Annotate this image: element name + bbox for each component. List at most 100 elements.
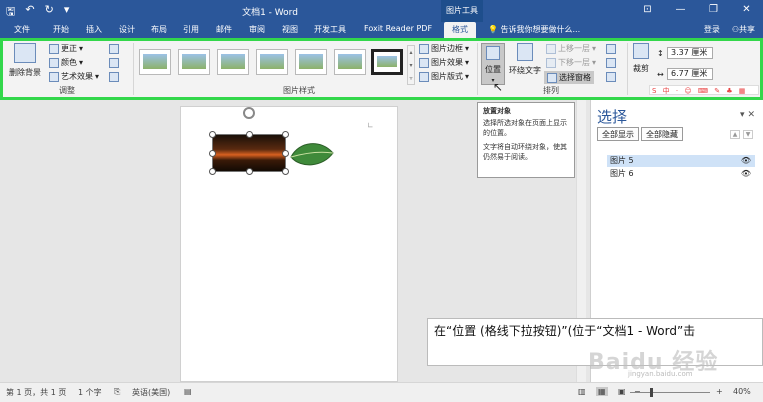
pane-options-icon[interactable]: ▾: [740, 110, 745, 120]
page-count[interactable]: 第 1 页，共 1 页: [6, 387, 66, 398]
reorder-arrows: ▲ ▼: [730, 130, 753, 139]
visibility-eye-icon[interactable]: 👁: [741, 155, 751, 167]
ime-toolbar[interactable]: S 中 · ☺ ⌨ ✎ ♣ ▦: [649, 85, 759, 95]
resize-handle[interactable]: [282, 131, 289, 138]
visibility-eye-icon[interactable]: 👁: [741, 168, 751, 180]
wrap-text-icon: [517, 43, 533, 61]
picture-style-3[interactable]: [217, 49, 249, 75]
tab-layout[interactable]: 布局: [151, 24, 167, 35]
selection-pane-button[interactable]: 选择窗格: [544, 71, 594, 84]
bring-forward-button[interactable]: 上移一层 ▾: [546, 43, 596, 54]
picture-style-7[interactable]: [371, 49, 403, 75]
tab-insert[interactable]: 插入: [86, 24, 102, 35]
document-page[interactable]: ∟: [180, 106, 398, 382]
picture-effects-button[interactable]: 图片效果 ▾: [419, 57, 469, 68]
wrap-text-button[interactable]: 环绕文字: [508, 43, 542, 76]
tab-foxit[interactable]: Foxit Reader PDF: [364, 24, 432, 33]
resize-handle[interactable]: [209, 150, 216, 157]
proofing-icon[interactable]: ⎘: [114, 387, 120, 397]
remove-background-button[interactable]: 删除背景: [7, 43, 43, 78]
picture-style-4[interactable]: [256, 49, 288, 75]
adjust-group-label: 调整: [59, 86, 75, 95]
tab-mailings[interactable]: 邮件: [216, 24, 232, 35]
print-layout-icon[interactable]: ▦: [596, 387, 608, 396]
pane-controls: ▾ ✕: [740, 110, 755, 120]
read-mode-icon[interactable]: ▥: [578, 387, 586, 396]
tooltip-note: 文字将自动环绕对象，使其仍然易于阅读。: [483, 143, 567, 161]
resize-handle[interactable]: [209, 168, 216, 175]
height-input[interactable]: 3.37 厘米: [667, 47, 713, 59]
tab-file[interactable]: 文件: [14, 24, 30, 35]
web-layout-icon[interactable]: ▣: [618, 387, 626, 396]
restore-icon[interactable]: ❐: [697, 0, 730, 20]
login-link[interactable]: 登录: [704, 24, 720, 35]
resize-handle[interactable]: [282, 168, 289, 175]
picture-layout-button[interactable]: 图片版式 ▾: [419, 71, 469, 82]
resize-handle[interactable]: [246, 168, 253, 175]
corrections-icon: [49, 43, 59, 54]
selection-item-picture-5[interactable]: 图片 5 👁: [607, 155, 755, 167]
tab-format[interactable]: 格式: [444, 22, 476, 39]
picture-layout-icon: [419, 71, 429, 82]
corrections-button[interactable]: 更正 ▾: [49, 43, 83, 54]
minimize-icon[interactable]: —: [664, 0, 697, 20]
group-icon[interactable]: [606, 58, 616, 68]
zoom-slider[interactable]: [630, 388, 710, 397]
picture-styles-group-label: 图片样式: [283, 86, 315, 95]
reset-picture-icon[interactable]: [109, 72, 119, 82]
share-button[interactable]: ⚇共享: [732, 24, 755, 35]
resize-handle[interactable]: [282, 150, 289, 157]
move-down-icon[interactable]: ▼: [743, 130, 753, 139]
gallery-scroll[interactable]: ▴ ▾ ▿: [407, 45, 415, 85]
picture-style-6[interactable]: [334, 49, 366, 75]
ribbon-display-options-icon[interactable]: ⊡: [631, 0, 664, 20]
compress-pictures-icon[interactable]: [109, 44, 119, 54]
hide-all-button[interactable]: 全部隐藏: [641, 127, 683, 141]
show-all-button[interactable]: 全部显示: [597, 127, 639, 141]
picture-border-button[interactable]: 图片边框 ▾: [419, 43, 469, 54]
selection-item-label: 图片 6: [610, 169, 634, 178]
move-up-icon[interactable]: ▲: [730, 130, 740, 139]
selection-item-picture-6[interactable]: 图片 6 👁: [607, 168, 755, 180]
tab-design[interactable]: 设计: [119, 24, 135, 35]
tab-references[interactable]: 引用: [183, 24, 199, 35]
width-input[interactable]: 6.77 厘米: [667, 68, 713, 80]
close-icon[interactable]: ✕: [730, 0, 763, 20]
zoom-level[interactable]: 40%: [733, 387, 751, 396]
tell-me-search[interactable]: 💡 告诉我你想要做什么...: [488, 24, 580, 35]
height-icon: ↕: [657, 49, 664, 58]
language-indicator[interactable]: 英语(美国): [132, 387, 170, 398]
picture-style-5[interactable]: [295, 49, 327, 75]
position-button[interactable]: 位置 ▾: [481, 43, 505, 85]
tab-review[interactable]: 审阅: [249, 24, 265, 35]
artistic-effects-button[interactable]: 艺术效果 ▾: [49, 71, 99, 82]
resize-handle[interactable]: [209, 131, 216, 138]
zoom-in-icon[interactable]: +: [716, 387, 723, 396]
tab-developer[interactable]: 开发工具: [314, 24, 346, 35]
picture-style-1[interactable]: [139, 49, 171, 75]
macro-icon[interactable]: ▤: [184, 387, 192, 396]
rotate-icon[interactable]: [606, 72, 616, 82]
rotate-handle[interactable]: [243, 107, 255, 119]
crop-icon: [633, 43, 649, 59]
selection-item-label: 图片 5: [610, 156, 634, 165]
resize-handle[interactable]: [246, 131, 253, 138]
group-divider: [477, 43, 478, 95]
group-divider: [133, 43, 134, 95]
word-count[interactable]: 1 个字: [78, 387, 102, 398]
send-backward-button[interactable]: 下移一层 ▾: [546, 57, 596, 68]
change-picture-icon[interactable]: [109, 58, 119, 68]
picture-style-2[interactable]: [178, 49, 210, 75]
zoom-slider-thumb[interactable]: [650, 388, 653, 397]
align-icon[interactable]: [606, 44, 616, 54]
crop-button[interactable]: 裁剪: [630, 43, 652, 74]
group-divider: [627, 43, 628, 95]
color-button[interactable]: 颜色 ▾: [49, 57, 83, 68]
position-icon: [486, 46, 500, 60]
artistic-effects-icon: [49, 71, 59, 82]
tab-view[interactable]: 视图: [282, 24, 298, 35]
picture-6[interactable]: [289, 137, 335, 171]
position-tooltip: 放置对象 选择所选对象在页面上显示的位置。 文字将自动环绕对象，使其仍然易于阅读…: [477, 102, 575, 178]
tab-home[interactable]: 开始: [53, 24, 69, 35]
pane-close-icon[interactable]: ✕: [747, 110, 755, 120]
